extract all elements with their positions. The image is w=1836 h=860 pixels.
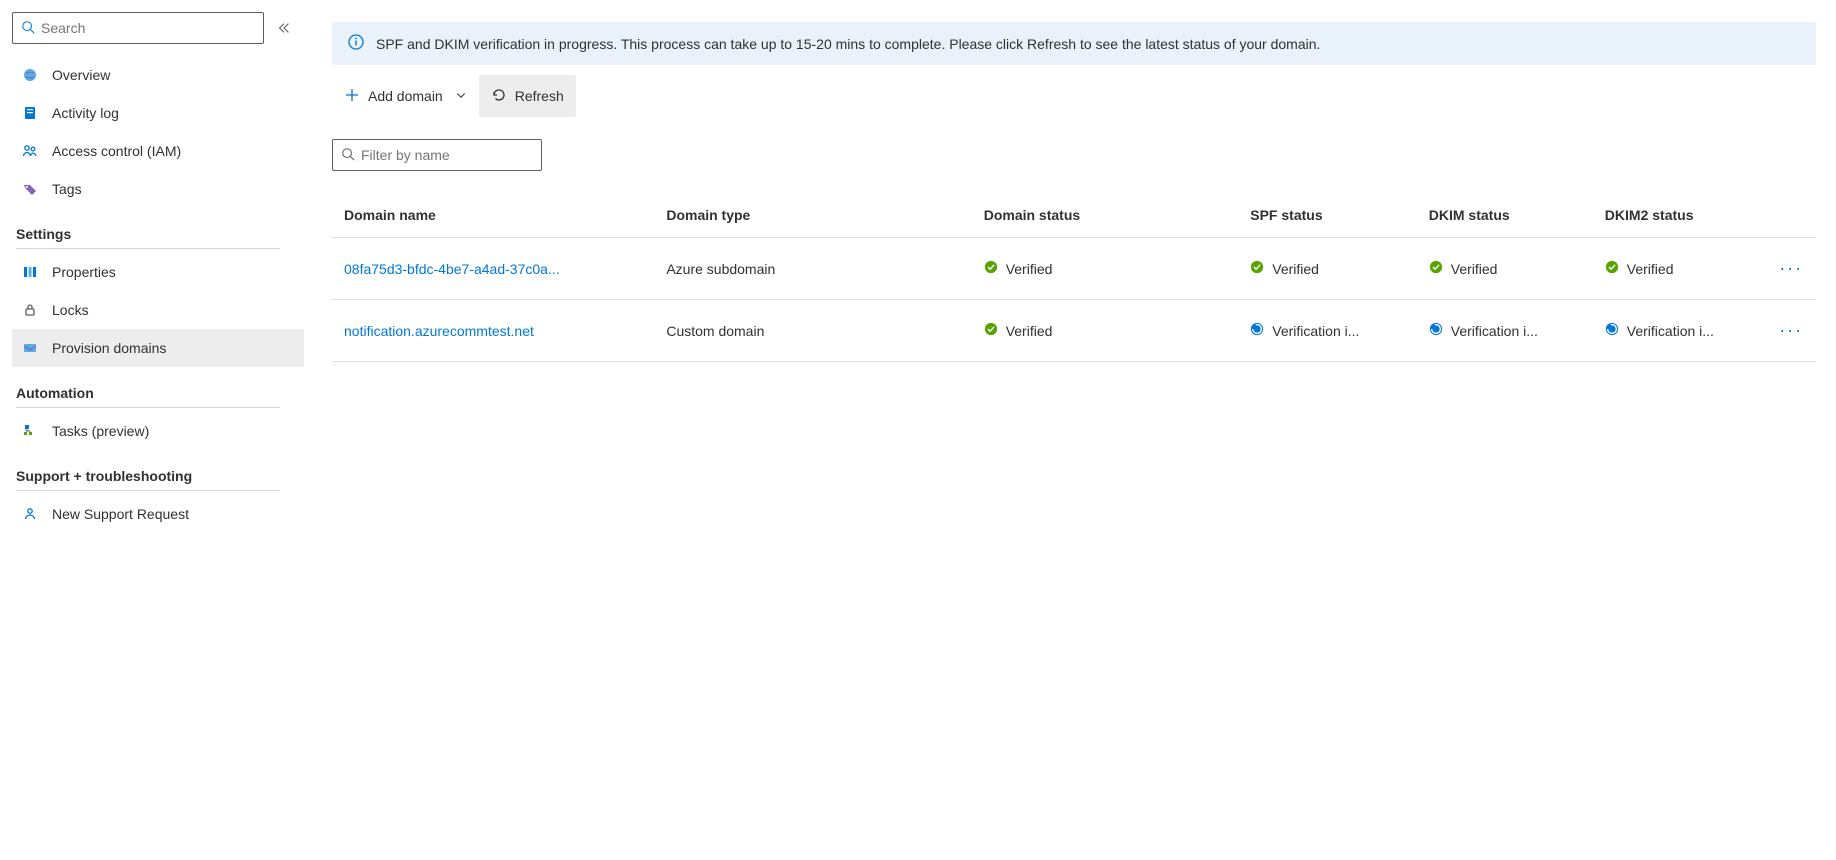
check-circle-icon — [1250, 260, 1264, 277]
row-actions-button[interactable]: ··· — [1778, 320, 1804, 341]
search-icon — [21, 20, 35, 37]
chevron-down-icon — [455, 88, 467, 104]
sidebar-item-label: Properties — [52, 264, 116, 280]
domain-name-link[interactable]: 08fa75d3-bfdc-4be7-a4ad-37c0a... — [344, 261, 642, 277]
refresh-label: Refresh — [515, 88, 564, 104]
sidebar-item-overview[interactable]: Overview — [12, 56, 304, 94]
collapse-sidebar-button[interactable] — [272, 16, 296, 40]
tag-icon — [20, 181, 40, 197]
progress-icon — [1250, 322, 1264, 339]
sidebar-item-activity-log[interactable]: Activity log — [12, 94, 304, 132]
support-icon — [20, 506, 40, 522]
sidebar-item-provision-domains[interactable]: Provision domains — [12, 329, 304, 367]
sidebar-group-automation-title: Automation — [12, 385, 304, 407]
plus-icon — [344, 87, 360, 106]
sidebar-item-locks[interactable]: Locks — [12, 291, 304, 329]
info-icon — [348, 34, 364, 53]
sidebar-item-label: Overview — [52, 67, 110, 83]
progress-icon — [1605, 322, 1619, 339]
refresh-icon — [491, 87, 507, 106]
lock-icon — [20, 302, 40, 318]
info-banner-text: SPF and DKIM verification in progress. T… — [376, 36, 1320, 52]
col-domain-name[interactable]: Domain name — [332, 193, 654, 238]
tasks-icon — [20, 423, 40, 439]
divider — [16, 248, 280, 249]
book-icon — [20, 105, 40, 121]
sidebar-item-label: Locks — [52, 302, 89, 318]
row-actions-button[interactable]: ··· — [1778, 258, 1804, 279]
chevron-double-left-icon — [277, 21, 291, 35]
sidebar-item-access-control[interactable]: Access control (IAM) — [12, 132, 304, 170]
domains-icon — [20, 340, 40, 356]
main-content: SPF and DKIM verification in progress. T… — [304, 0, 1836, 860]
sidebar-item-label: Provision domains — [52, 340, 166, 356]
sidebar: Overview Activity log Access control (IA… — [0, 0, 304, 860]
sidebar-item-label: New Support Request — [52, 506, 189, 522]
spf-status: Verified — [1250, 260, 1405, 277]
sidebar-item-label: Activity log — [52, 105, 119, 121]
info-banner: SPF and DKIM verification in progress. T… — [332, 22, 1816, 65]
divider — [16, 490, 280, 491]
domain-status: Verified — [984, 322, 1227, 339]
filter-input[interactable] — [355, 147, 542, 163]
domain-status: Verified — [984, 260, 1227, 277]
sidebar-item-label: Access control (IAM) — [52, 143, 181, 159]
sidebar-item-new-support-request[interactable]: New Support Request — [12, 495, 304, 533]
sidebar-group-support-title: Support + troubleshooting — [12, 468, 304, 490]
refresh-button[interactable]: Refresh — [479, 75, 576, 117]
table-header-row: Domain name Domain type Domain status SP… — [332, 193, 1816, 238]
filter-by-name[interactable] — [332, 139, 542, 171]
col-domain-status[interactable]: Domain status — [972, 193, 1239, 238]
search-icon — [341, 147, 355, 164]
domain-type: Azure subdomain — [666, 261, 775, 277]
sidebar-item-label: Tasks (preview) — [52, 423, 149, 439]
people-icon — [20, 143, 40, 159]
dkim2-status: Verification i... — [1605, 322, 1755, 339]
progress-icon — [1429, 322, 1443, 339]
dkim-status: Verification i... — [1429, 322, 1581, 339]
col-dkim-status[interactable]: DKIM status — [1417, 193, 1593, 238]
sidebar-group-settings-title: Settings — [12, 226, 304, 248]
sidebar-item-properties[interactable]: Properties — [12, 253, 304, 291]
sidebar-item-label: Tags — [52, 181, 82, 197]
domains-table: Domain name Domain type Domain status SP… — [332, 193, 1816, 362]
check-circle-icon — [984, 260, 998, 277]
toolbar: Add domain Refresh — [332, 75, 1816, 117]
table-row: 08fa75d3-bfdc-4be7-a4ad-37c0a... Azure s… — [332, 238, 1816, 300]
check-circle-icon — [1605, 260, 1619, 277]
divider — [16, 407, 280, 408]
add-domain-label: Add domain — [368, 88, 443, 104]
col-dkim2-status[interactable]: DKIM2 status — [1593, 193, 1767, 238]
add-domain-button[interactable]: Add domain — [332, 75, 479, 117]
dkim2-status: Verified — [1605, 260, 1755, 277]
sidebar-item-tasks[interactable]: Tasks (preview) — [12, 412, 304, 450]
sidebar-search[interactable] — [12, 12, 264, 44]
domain-name-link[interactable]: notification.azurecommtest.net — [344, 323, 642, 339]
check-circle-icon — [984, 322, 998, 339]
sidebar-item-tags[interactable]: Tags — [12, 170, 304, 208]
check-circle-icon — [1429, 260, 1443, 277]
sidebar-search-input[interactable] — [35, 20, 255, 36]
domain-type: Custom domain — [666, 323, 764, 339]
dkim-status: Verified — [1429, 260, 1581, 277]
col-domain-type[interactable]: Domain type — [654, 193, 971, 238]
globe-icon — [20, 67, 40, 83]
spf-status: Verification i... — [1250, 322, 1405, 339]
table-row: notification.azurecommtest.net Custom do… — [332, 300, 1816, 362]
col-spf-status[interactable]: SPF status — [1238, 193, 1417, 238]
properties-icon — [20, 264, 40, 280]
